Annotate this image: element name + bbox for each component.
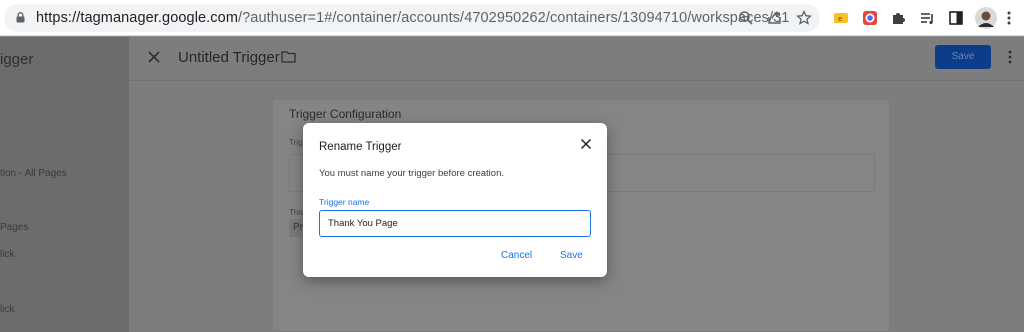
url-path: /?authuser=1#/container/accounts/4702950… [238,10,790,26]
extension-icon-1[interactable]: e [833,10,849,26]
card-title: Trigger Configuration [289,107,402,121]
sidebar-item: Pages [0,222,29,233]
dialog-message: You must name your trigger before creati… [319,168,504,179]
close-panel-icon[interactable] [147,50,161,64]
zoom-icon[interactable] [738,10,754,26]
folder-icon[interactable] [281,50,296,63]
extension-icon-2[interactable] [862,10,878,26]
dialog-save-button[interactable]: Save [560,250,583,261]
trigger-type-label: Trig [289,138,303,147]
bookmark-star-icon[interactable] [796,10,812,26]
trigger-name-label: Trigger name [319,197,370,207]
url-text[interactable]: https://tagmanager.google.com/?authuser=… [36,10,789,26]
fires-on-label: This [289,208,305,217]
cancel-button[interactable]: Cancel [501,250,532,261]
sidebar-item: lick [0,249,15,260]
panel-header: Untitled Trigger Save [129,37,1024,81]
sidebar-title: igger [0,51,34,68]
close-dialog-icon[interactable] [580,138,592,150]
side-panel-icon[interactable] [948,10,964,26]
media-queue-icon[interactable] [919,10,935,26]
extensions-puzzle-icon[interactable] [890,10,906,26]
sidebar-overlay: igger tion - All Pages Pages lick lick [0,37,129,332]
more-options-icon[interactable] [1008,50,1012,64]
browser-toolbar: https://tagmanager.google.com/?authuser=… [0,0,1024,36]
dialog-title: Rename Trigger [319,141,402,153]
sidebar-item: lick [0,304,15,315]
rename-trigger-dialog: Rename Trigger You must name your trigge… [303,123,607,277]
url-host: https://tagmanager.google.com [36,10,238,26]
profile-avatar[interactable] [975,7,997,29]
share-icon[interactable] [767,10,783,26]
trigger-title[interactable]: Untitled Trigger [178,49,280,66]
lock-icon[interactable] [16,12,25,23]
browser-menu-icon[interactable] [1007,11,1011,25]
address-bar[interactable]: https://tagmanager.google.com/?authuser=… [4,4,820,32]
save-button[interactable]: Save [935,45,991,69]
sidebar-item: tion - All Pages [0,168,67,179]
svg-text:e: e [838,15,842,23]
trigger-name-input[interactable] [319,210,591,237]
